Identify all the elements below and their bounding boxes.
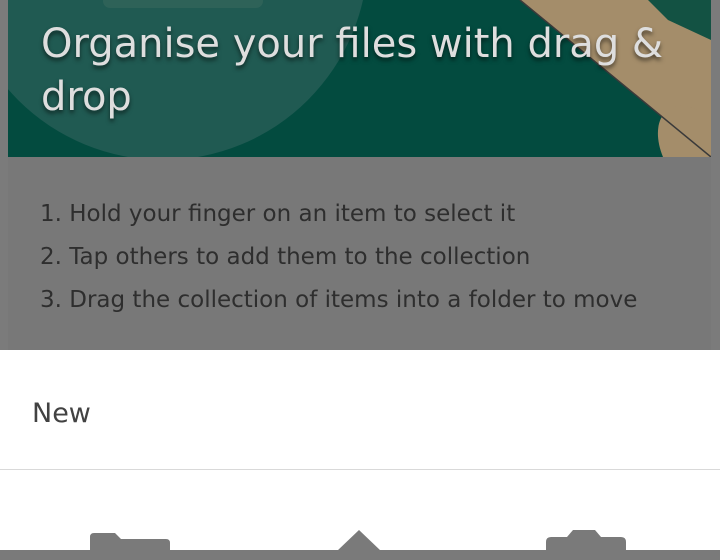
- instruction-step: 3. Drag the collection of items into a f…: [40, 287, 638, 313]
- sheet-divider: [0, 469, 720, 470]
- camera-icon: [546, 530, 626, 560]
- background-scrim[interactable]: Organise your files with drag & drop 1. …: [0, 0, 720, 350]
- sheet-title: New: [32, 398, 91, 429]
- instruction-step: 1. Hold your finger on an item to select…: [40, 201, 516, 227]
- upload-button[interactable]: [310, 520, 410, 560]
- instruction-step: 2. Tap others to add them to the collect…: [40, 244, 531, 270]
- instruction-list: 1. Hold your finger on an item to select…: [40, 193, 637, 322]
- take-photo-button[interactable]: [536, 520, 636, 560]
- upload-icon: [337, 530, 381, 560]
- new-folder-button[interactable]: [85, 520, 185, 560]
- drag-drop-tip-card: Organise your files with drag & drop 1. …: [8, 0, 711, 350]
- folder-icon: [90, 533, 170, 560]
- banner-title: Organise your files with drag & drop: [41, 21, 664, 120]
- tip-banner: Organise your files with drag & drop: [8, 0, 711, 157]
